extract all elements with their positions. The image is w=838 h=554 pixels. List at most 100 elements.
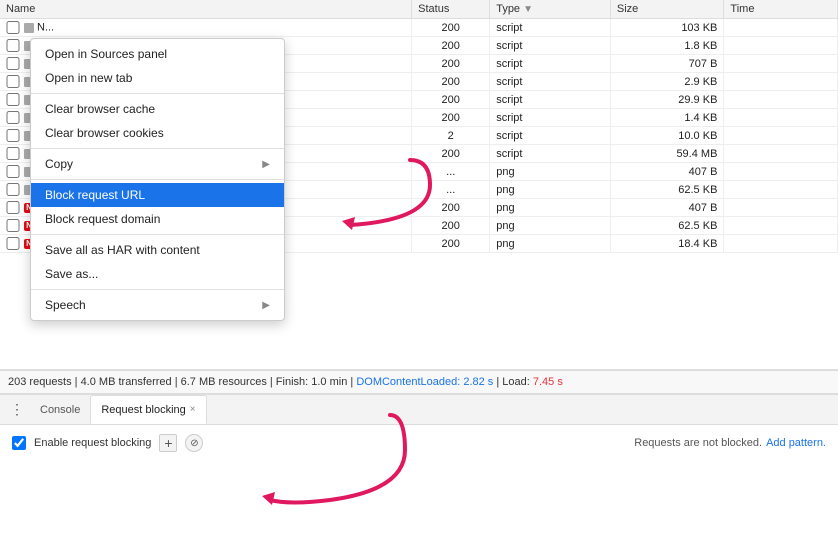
col-header-type[interactable]: Type ▼ xyxy=(490,0,611,19)
dom-content-loaded-link[interactable]: DOMContentLoaded: 2.82 s xyxy=(356,376,493,388)
cell-size: 10.0 KB xyxy=(610,127,724,145)
menu-separator xyxy=(31,234,284,235)
cell-time xyxy=(724,109,838,127)
status-bar: 203 requests | 4.0 MB transferred | 6.7 … xyxy=(0,370,838,394)
cell-type: script xyxy=(490,55,611,73)
menu-separator xyxy=(31,148,284,149)
row-checkbox[interactable] xyxy=(6,219,20,232)
cell-size: 62.5 KB xyxy=(610,181,724,199)
add-pattern-link[interactable]: Add pattern. xyxy=(766,437,826,449)
cell-type: script xyxy=(490,91,611,109)
row-name-text: N... xyxy=(37,22,54,34)
tab-console[interactable]: Console xyxy=(30,395,90,424)
add-pattern-button[interactable]: + xyxy=(159,434,177,452)
row-checkbox[interactable] xyxy=(6,111,20,124)
cell-status: 200 xyxy=(412,145,490,163)
menu-item[interactable]: Clear browser cookies xyxy=(31,121,284,145)
menu-item[interactable]: Open in new tab xyxy=(31,66,284,90)
menu-separator xyxy=(31,93,284,94)
enable-request-blocking-checkbox[interactable] xyxy=(12,436,26,450)
row-checkbox[interactable] xyxy=(6,237,20,250)
cell-time xyxy=(724,37,838,55)
cell-size: 1.4 KB xyxy=(610,109,724,127)
row-checkbox[interactable] xyxy=(6,39,20,52)
menu-item[interactable]: Save as... xyxy=(31,262,284,286)
col-header-status[interactable]: Status xyxy=(412,0,490,19)
row-checkbox[interactable] xyxy=(6,57,20,70)
cell-type: png xyxy=(490,235,611,253)
menu-item-label: Open in new tab xyxy=(45,71,132,85)
row-checkbox[interactable] xyxy=(6,93,20,106)
row-checkbox[interactable] xyxy=(6,201,20,214)
menu-item-label: Open in Sources panel xyxy=(45,47,167,61)
cell-status: 200 xyxy=(412,199,490,217)
row-checkbox[interactable] xyxy=(6,147,20,160)
col-header-time[interactable]: Time xyxy=(724,0,838,19)
cell-status: 200 xyxy=(412,19,490,37)
cell-time xyxy=(724,145,838,163)
menu-item-label: Save as... xyxy=(45,267,98,281)
menu-item[interactable]: Speech▶ xyxy=(31,293,284,317)
tab-request-blocking[interactable]: Request blocking × xyxy=(90,395,206,424)
menu-item-label: Block request domain xyxy=(45,212,160,226)
menu-item-label: Block request URL xyxy=(45,188,145,202)
more-tabs-button[interactable]: ⋮ xyxy=(4,401,30,418)
cell-status: 200 xyxy=(412,109,490,127)
cell-time xyxy=(724,181,838,199)
not-blocked-text: Requests are not blocked. xyxy=(634,437,762,449)
cell-size: 407 B xyxy=(610,163,724,181)
cell-status: ... xyxy=(412,181,490,199)
context-menu: Open in Sources panel Open in new tab Clea… xyxy=(30,38,285,321)
menu-item-label: Save all as HAR with content xyxy=(45,243,200,257)
row-checkbox[interactable] xyxy=(6,129,20,142)
menu-item-label: Clear browser cache xyxy=(45,102,155,116)
menu-separator xyxy=(31,179,284,180)
cell-time xyxy=(724,73,838,91)
menu-separator xyxy=(31,289,284,290)
cell-size: 59.4 MB xyxy=(610,145,724,163)
cell-time xyxy=(724,217,838,235)
cell-type: script xyxy=(490,73,611,91)
menu-item-label: Clear browser cookies xyxy=(45,126,164,140)
bottom-tabs-bar: ⋮ Console Request blocking × xyxy=(0,395,838,425)
cell-size: 103 KB xyxy=(610,19,724,37)
menu-item[interactable]: Open in Sources panel xyxy=(31,42,284,66)
row-checkbox[interactable] xyxy=(6,21,20,34)
cell-type: png xyxy=(490,163,611,181)
menu-item-label: Copy xyxy=(45,157,73,171)
bottom-right-status: Requests are not blocked. Add pattern. xyxy=(634,437,826,449)
cell-type: script xyxy=(490,37,611,55)
cell-type: png xyxy=(490,181,611,199)
cell-size: 407 B xyxy=(610,199,724,217)
cell-time xyxy=(724,55,838,73)
load-time-link[interactable]: 7.45 s xyxy=(533,376,563,388)
row-checkbox[interactable] xyxy=(6,165,20,178)
bottom-content: Enable request blocking + ⊘ Requests are… xyxy=(0,425,838,461)
cell-status: 200 xyxy=(412,55,490,73)
cell-type: png xyxy=(490,217,611,235)
menu-item[interactable]: Block request URL xyxy=(31,183,284,207)
row-checkbox[interactable] xyxy=(6,75,20,88)
bottom-panel: ⋮ Console Request blocking × Enable requ… xyxy=(0,394,838,461)
cell-size: 707 B xyxy=(610,55,724,73)
menu-item[interactable]: Clear browser cache xyxy=(31,97,284,121)
cell-status: 200 xyxy=(412,73,490,91)
close-tab-button[interactable]: × xyxy=(190,404,196,415)
menu-item[interactable]: Save all as HAR with content xyxy=(31,238,284,262)
col-header-name[interactable]: Name xyxy=(0,0,412,19)
row-checkbox[interactable] xyxy=(6,183,20,196)
table-row[interactable]: N...200script103 KB xyxy=(0,19,838,37)
bottom-left-controls: Enable request blocking + ⊘ xyxy=(12,434,203,452)
menu-item[interactable]: Block request domain xyxy=(31,207,284,231)
submenu-arrow-icon: ▶ xyxy=(262,300,270,311)
block-icon-button[interactable]: ⊘ xyxy=(185,434,203,452)
cell-time xyxy=(724,235,838,253)
cell-status: 2 xyxy=(412,127,490,145)
cell-size: 2.9 KB xyxy=(610,73,724,91)
cell-type: script xyxy=(490,145,611,163)
cell-status: 200 xyxy=(412,37,490,55)
file-icon xyxy=(24,23,34,33)
cell-status: 200 xyxy=(412,235,490,253)
menu-item[interactable]: Copy▶ xyxy=(31,152,284,176)
col-header-size[interactable]: Size xyxy=(610,0,724,19)
